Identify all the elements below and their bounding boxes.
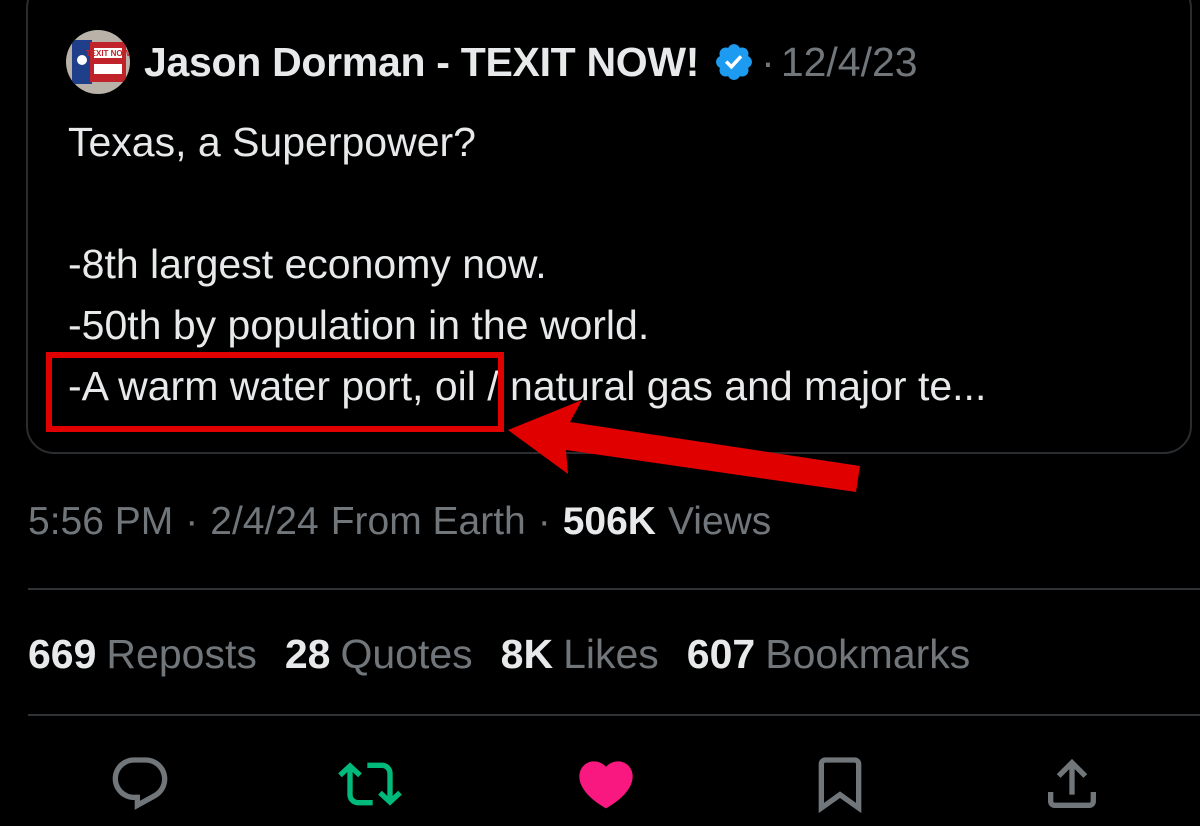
- bookmarks-count: 607: [686, 630, 756, 677]
- tweet-time[interactable]: 5:56 PM: [28, 500, 173, 544]
- views-count: 506K: [562, 500, 656, 543]
- tweet-meta: 5:56 PM · 2/4/24 From Earth · 506K Views: [28, 492, 771, 552]
- share-icon[interactable]: [1040, 752, 1104, 816]
- tweet-source: From Earth: [330, 500, 526, 543]
- author-name[interactable]: Jason Dorman - TEXIT NOW!: [144, 39, 699, 86]
- divider: [28, 714, 1200, 716]
- bookmarks-label: Bookmarks: [765, 630, 971, 677]
- likes-stat[interactable]: 8K Likes: [501, 631, 659, 678]
- tweet-date[interactable]: 2/4/24: [210, 500, 318, 544]
- avatar-sign-text: TEXIT NOW: [86, 49, 130, 58]
- header-separator: ·: [761, 38, 775, 85]
- action-bar: [0, 740, 1200, 826]
- meta-separator: ·: [537, 500, 551, 543]
- reposts-count: 669: [28, 630, 97, 677]
- tweet-line: -8th largest economy now.: [68, 241, 547, 287]
- likes-count: 8K: [500, 630, 554, 677]
- tweet-line: Texas, a Superpower?: [68, 119, 476, 165]
- repost-icon[interactable]: [338, 752, 402, 816]
- bookmarks-stat[interactable]: 607 Bookmarks: [687, 631, 970, 678]
- reply-icon[interactable]: [108, 752, 172, 816]
- views-label: Views: [667, 500, 772, 543]
- annotation-highlight-box: [46, 352, 504, 432]
- reposts-label: Reposts: [106, 630, 257, 677]
- verified-badge-icon: [716, 44, 753, 80]
- quotes-stat[interactable]: 28 Quotes: [285, 631, 473, 678]
- quoted-tweet-date[interactable]: 12/4/23: [781, 39, 918, 86]
- tweet-line: -50th by population in the world.: [68, 302, 650, 348]
- divider: [28, 588, 1200, 590]
- avatar[interactable]: TEXIT NOW: [66, 30, 130, 94]
- reposts-stat[interactable]: 669 Reposts: [28, 631, 257, 678]
- quotes-count: 28: [284, 630, 331, 677]
- like-icon[interactable]: [574, 752, 638, 816]
- likes-label: Likes: [563, 630, 659, 677]
- engagement-stats: 669 Reposts 28 Quotes 8K Likes 607 Bookmarks: [28, 622, 998, 686]
- annotation-arrow-icon: [508, 400, 860, 492]
- quoted-tweet-header: TEXIT NOW Jason Dorman - TEXIT NOW! · 12…: [66, 30, 918, 94]
- bookmark-icon[interactable]: [808, 752, 872, 816]
- quotes-label: Quotes: [340, 630, 473, 677]
- meta-separator: ·: [185, 500, 199, 543]
